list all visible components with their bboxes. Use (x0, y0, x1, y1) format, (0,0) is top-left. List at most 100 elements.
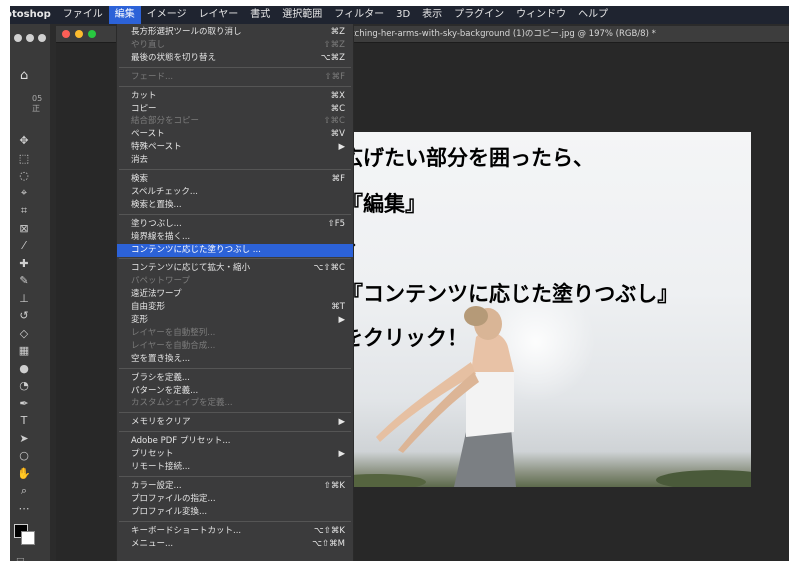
menubar-item[interactable]: イメージ (141, 6, 193, 24)
dodge-tool-icon[interactable]: ◔ (14, 377, 34, 395)
menu-item[interactable]: ブラシを定義... (117, 372, 353, 385)
menu-item[interactable]: ペースト ⌘V (117, 128, 353, 141)
brush-tool-icon[interactable]: ✎ (14, 272, 34, 290)
menu-item-shortcut: ⌥⇧⌘M (312, 538, 345, 549)
menu-separator (119, 213, 351, 215)
menubar-item[interactable]: ウィンドウ (510, 6, 572, 24)
history-brush-icon[interactable]: ↺ (14, 307, 34, 325)
panel-dot[interactable] (38, 34, 46, 42)
submenu-arrow-icon: ▶ (338, 417, 345, 428)
menu-item[interactable]: パペットワープ (117, 275, 353, 288)
menu-item-label: プロファイルの指定... (131, 493, 216, 504)
menu-item[interactable]: プロファイル変換... (117, 506, 353, 519)
background-color-swatch[interactable] (21, 531, 35, 545)
zoom-tool-icon[interactable]: ⌕ (14, 482, 34, 500)
panel-dot[interactable] (26, 34, 34, 42)
menubar-item[interactable]: 表示 (416, 6, 448, 24)
menubar-item[interactable]: ヘルプ (572, 6, 614, 24)
blur-tool-icon[interactable]: ● (14, 360, 34, 378)
panel-window-controls[interactable] (14, 34, 46, 42)
menu-item[interactable]: パターンを定義... (117, 385, 353, 398)
menu-item[interactable]: コンテンツに応じた塗りつぶし ... (117, 243, 353, 257)
menu-item[interactable]: プリセット ▶ (117, 448, 353, 461)
menu-item[interactable]: やり直し ⇧⌘Z (117, 39, 353, 52)
menu-item[interactable]: 空を置き換え... (117, 353, 353, 366)
menu-item[interactable]: レイヤーを自動合成... (117, 340, 353, 353)
gradient-tool-icon[interactable]: ▦ (14, 342, 34, 360)
menu-item[interactable]: キーボードショートカット... ⌥⇧⌘K (117, 525, 353, 538)
menubar-item[interactable]: フィルター (328, 6, 390, 24)
menu-item-label: カスタムシェイプを定義... (131, 398, 233, 409)
menu-item[interactable]: 塗りつぶし... ⇧F5 (117, 218, 353, 231)
zoom-window-button[interactable] (88, 30, 96, 38)
menu-item[interactable]: フェード... ⇧⌘F (117, 71, 353, 84)
menu-item[interactable]: 検索と置換... (117, 199, 353, 212)
more-tools-icon[interactable]: ⋯ (14, 500, 34, 518)
frame-tool-icon[interactable]: ⊠ (14, 220, 34, 238)
menu-item[interactable]: 自由変形 ⌘T (117, 301, 353, 314)
image-canvas[interactable]: 広げたい部分を囲ったら、 『編集』 ↓ 『コンテンツに応じた塗りつぶし』 をクリ… (336, 132, 751, 487)
menubar-item[interactable]: hotoshop (10, 6, 57, 24)
color-swatches[interactable] (14, 524, 36, 548)
menu-item-shortcut: ⌥⌘Z (320, 52, 345, 63)
menu-item[interactable]: 長方形選択ツールの取り消し ⌘Z (117, 26, 353, 39)
menu-item[interactable]: カスタムシェイプを定義... (117, 397, 353, 410)
eraser-tool-icon[interactable]: ◇ (14, 325, 34, 343)
woman-arm (376, 362, 476, 442)
pen-tool-icon[interactable]: ✒ (14, 395, 34, 413)
menubar-item[interactable]: レイヤー (193, 6, 245, 24)
menu-item[interactable]: カット ⌘X (117, 90, 353, 103)
menu-item[interactable]: 変形 ▶ (117, 314, 353, 327)
stamp-tool-icon[interactable]: ⊥ (14, 290, 34, 308)
menubar-item[interactable]: 書式 (244, 6, 276, 24)
shape-tool-icon[interactable]: ○ (14, 447, 34, 465)
menu-item-shortcut: ⇧⌘Z (323, 39, 345, 50)
menu-item[interactable]: 遠近法ワープ (117, 288, 353, 301)
screen-mode-icon[interactable]: ▭⧉ (16, 554, 25, 561)
menu-item[interactable]: メモリをクリア ▶ (117, 416, 353, 429)
menu-item[interactable]: メニュー... ⌥⇧⌘M (117, 538, 353, 551)
panel-dot[interactable] (14, 34, 22, 42)
crop-tool-icon[interactable]: ⌗ (14, 202, 34, 220)
menu-item-label: レイヤーを自動合成... (131, 340, 216, 351)
menu-item[interactable]: コンテンツに応じて拡大・縮小 ⌥⇧⌘C (117, 262, 353, 275)
woman-photo (336, 306, 751, 487)
menu-item[interactable]: カラー設定... ⇧⌘K (117, 480, 353, 493)
menu-item[interactable]: 境界線を描く... (117, 231, 353, 244)
menubar-item[interactable]: 3D (390, 6, 416, 24)
home-icon[interactable]: ⌂ (20, 68, 28, 83)
minimize-window-button[interactable] (75, 30, 83, 38)
menu-item[interactable]: プロファイルの指定... (117, 493, 353, 506)
menu-item[interactable]: レイヤーを自動整列... (117, 327, 353, 340)
menu-item[interactable]: 最後の状態を切り替え ⌥⌘Z (117, 52, 353, 65)
menubar-item[interactable]: 編集 (108, 6, 141, 24)
menu-item[interactable]: リモート接続... (117, 461, 353, 474)
menubar-item[interactable]: 選択範囲 (276, 6, 328, 24)
menubar-item[interactable]: ファイル (57, 6, 109, 24)
menu-item[interactable]: 結合部分をコピー ⇧⌘C (117, 115, 353, 128)
menu-item[interactable]: 検索 ⌘F (117, 173, 353, 186)
menu-item-label: フェード... (131, 71, 174, 82)
hand-tool-icon[interactable]: ✋ (14, 465, 34, 483)
type-tool-icon[interactable]: T (14, 412, 34, 430)
menu-item[interactable]: 特殊ペースト ▶ (117, 141, 353, 154)
move-tool-icon[interactable]: ✥ (14, 132, 34, 150)
menu-item-label: プリセット (131, 449, 174, 460)
menubar-item[interactable]: プラグイン (448, 6, 510, 24)
edit-dropdown-menu: 長方形選択ツールの取り消し ⌘Z やり直し ⇧⌘Z 最後の状態を切り替え ⌥⌘Z フェード.… (116, 24, 354, 561)
close-window-button[interactable] (62, 30, 70, 38)
quick-select-tool-icon[interactable]: ⌖ (14, 185, 34, 203)
path-select-tool-icon[interactable]: ➤ (14, 430, 34, 448)
healing-brush-icon[interactable]: ✚ (14, 255, 34, 273)
menu-item[interactable]: スペルチェック... (117, 186, 353, 199)
eyedropper-tool-icon[interactable]: ⁄ (14, 237, 34, 255)
menu-item[interactable]: 消去 (117, 154, 353, 167)
menu-item[interactable]: Adobe PDF プリセット... (117, 435, 353, 448)
marquee-tool-icon[interactable]: ⬚ (14, 150, 34, 168)
menu-separator (119, 412, 351, 414)
lasso-tool-icon[interactable]: ◌ (14, 167, 34, 185)
menu-item-shortcut: ⌘Z (330, 27, 345, 37)
menu-item-label: コンテンツに応じた塗りつぶし ... (131, 244, 261, 255)
menu-item-label: パペットワープ (131, 276, 190, 287)
menu-item[interactable]: コピー ⌘C (117, 103, 353, 116)
